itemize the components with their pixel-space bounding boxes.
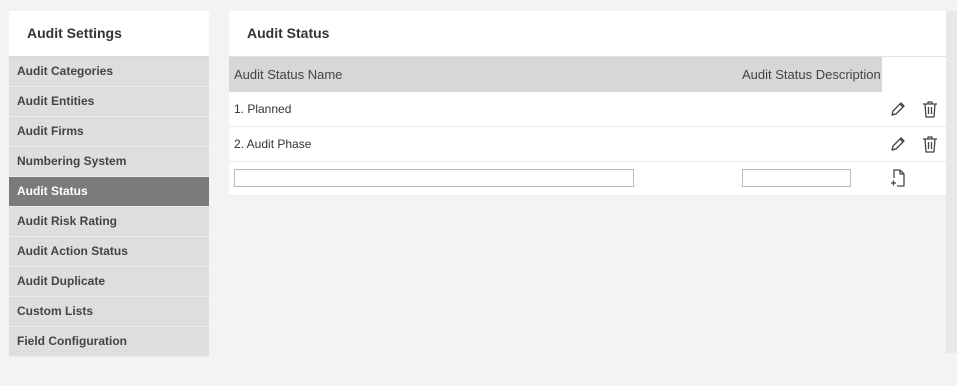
page-scrollbar[interactable] bbox=[946, 11, 957, 353]
column-header-name: Audit Status Name bbox=[234, 67, 343, 82]
trash-icon[interactable] bbox=[920, 134, 940, 154]
sidebar-item-audit-risk-rating[interactable]: Audit Risk Rating bbox=[9, 207, 209, 237]
new-status-row bbox=[229, 162, 946, 196]
audit-status-panel: Audit Status Audit Status Name Audit Sta… bbox=[229, 11, 946, 196]
trash-icon[interactable] bbox=[920, 99, 940, 119]
settings-sidebar: Audit Settings Audit Categories Audit En… bbox=[9, 11, 209, 357]
status-name-cell: 2. Audit Phase bbox=[234, 137, 312, 151]
sidebar-title: Audit Settings bbox=[9, 11, 209, 57]
sidebar-item-custom-lists[interactable]: Custom Lists bbox=[9, 297, 209, 327]
sidebar-item-audit-action-status[interactable]: Audit Action Status bbox=[9, 237, 209, 267]
column-header-actions bbox=[882, 57, 946, 92]
page-title: Audit Status bbox=[229, 11, 946, 57]
add-file-icon[interactable] bbox=[888, 168, 908, 188]
sidebar-item-numbering-system[interactable]: Numbering System bbox=[9, 147, 209, 177]
pencil-icon[interactable] bbox=[888, 134, 908, 154]
sidebar-item-audit-status[interactable]: Audit Status bbox=[9, 177, 209, 207]
sidebar-item-audit-duplicate[interactable]: Audit Duplicate bbox=[9, 267, 209, 297]
table-row: 2. Audit Phase bbox=[229, 127, 946, 162]
new-status-description-input[interactable] bbox=[742, 169, 851, 187]
sidebar-item-audit-firms[interactable]: Audit Firms bbox=[9, 117, 209, 147]
table-header: Audit Status Name Audit Status Descripti… bbox=[229, 57, 946, 92]
sidebar-item-field-configuration[interactable]: Field Configuration bbox=[9, 327, 209, 357]
new-status-name-input[interactable] bbox=[234, 169, 634, 187]
pencil-icon[interactable] bbox=[888, 99, 908, 119]
column-header-description: Audit Status Description bbox=[742, 67, 881, 82]
status-name-cell: 1. Planned bbox=[234, 102, 292, 116]
sidebar-item-audit-entities[interactable]: Audit Entities bbox=[9, 87, 209, 117]
sidebar-item-audit-categories[interactable]: Audit Categories bbox=[9, 57, 209, 87]
table-row: 1. Planned bbox=[229, 92, 946, 127]
